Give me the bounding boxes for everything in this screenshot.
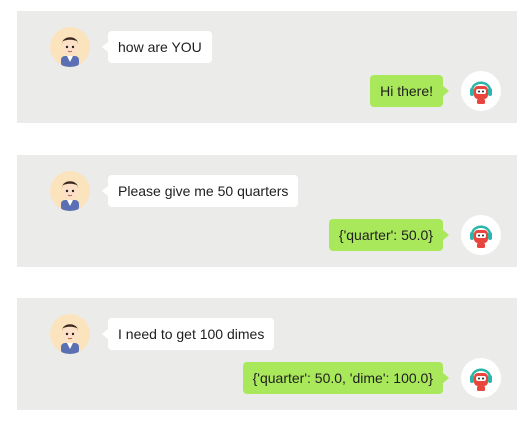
- user-avatar-icon: [50, 314, 90, 354]
- user-message-row: Please give me 50 quarters: [50, 171, 299, 211]
- user-message-bubble: Please give me 50 quarters: [101, 175, 299, 207]
- bot-message-row: Hi there!: [370, 71, 501, 111]
- user-message-row: how are YOU: [50, 27, 212, 67]
- user-message-bubble: I need to get 100 dimes: [101, 318, 275, 350]
- bot-message-bubble: {'quarter': 50.0}: [328, 219, 450, 251]
- user-message-bubble: how are YOU: [102, 31, 212, 63]
- bot-avatar-icon: [461, 71, 501, 111]
- message-exchange: Please give me 50 quarters {'quarter': 5…: [17, 155, 517, 267]
- bot-message-row: {'quarter': 50.0}: [328, 215, 501, 255]
- user-avatar-icon: [50, 171, 90, 211]
- user-message-row: I need to get 100 dimes: [50, 314, 275, 354]
- user-avatar-icon: [50, 27, 90, 67]
- bot-message-bubble: {'quarter': 50.0, 'dime': 100.0}: [242, 362, 450, 394]
- bot-avatar-icon: [461, 215, 501, 255]
- message-exchange: how are YOU Hi there!: [17, 11, 517, 123]
- bot-avatar-icon: [461, 358, 501, 398]
- chat-transcript: how are YOU Hi there! Please give me 50 …: [0, 0, 528, 421]
- bot-message-bubble: Hi there!: [370, 75, 449, 107]
- message-exchange: I need to get 100 dimes {'quarter': 50.0…: [17, 298, 517, 410]
- bot-message-row: {'quarter': 50.0, 'dime': 100.0}: [242, 358, 501, 398]
